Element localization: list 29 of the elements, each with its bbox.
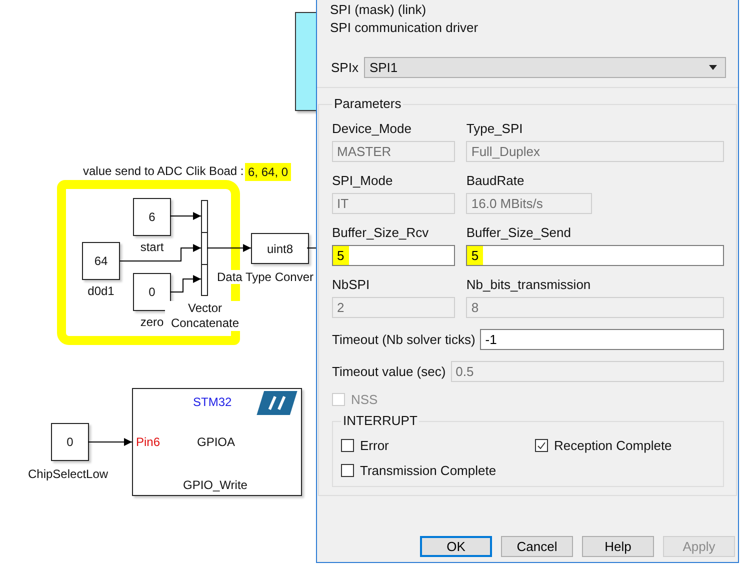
block-text: GPIOA bbox=[197, 435, 236, 449]
annotation-text: value send to ADC Clik Boad : bbox=[83, 164, 244, 178]
checkbox-label: Error bbox=[360, 438, 389, 453]
block-label: ChipSelectLow bbox=[28, 467, 108, 481]
block-label: Data Type Conver bbox=[217, 270, 314, 284]
field-label: SPI_Mode bbox=[332, 173, 394, 188]
group-title: Parameters bbox=[332, 96, 404, 111]
field-label: Buffer_Size_Send bbox=[466, 225, 572, 240]
checkbox-label: Transmission Complete bbox=[360, 463, 496, 478]
port-label: Pin6 bbox=[136, 435, 160, 449]
block-label: start bbox=[139, 240, 165, 254]
field-label: Device_Mode bbox=[332, 121, 412, 136]
field-label: NbSPI bbox=[332, 277, 371, 292]
checkbox-label: NSS bbox=[351, 392, 378, 407]
field-label: SPIx bbox=[331, 60, 358, 75]
field-label: Timeout value (sec) bbox=[332, 364, 446, 379]
checkbox-label: Reception Complete bbox=[554, 438, 672, 453]
annotation-highlight: 6, 64, 0 bbox=[245, 163, 292, 181]
field-label: Nb_bits_transmission bbox=[466, 277, 592, 292]
field-label: Timeout (Nb solver ticks) bbox=[332, 332, 476, 347]
dialog-title: SPI (mask) (link) bbox=[329, 2, 428, 17]
block-title: STM32 bbox=[193, 395, 232, 409]
field-label: Buffer_Size_Rcv bbox=[332, 225, 430, 240]
block-text: GPIO_Write bbox=[183, 478, 248, 492]
group-title: INTERRUPT bbox=[341, 413, 420, 428]
field-label: Type_SPI bbox=[466, 121, 524, 136]
block-label: d0d1 bbox=[86, 284, 116, 298]
description-text: SPI communication driver bbox=[329, 20, 480, 35]
field-label: BaudRate bbox=[466, 173, 526, 188]
